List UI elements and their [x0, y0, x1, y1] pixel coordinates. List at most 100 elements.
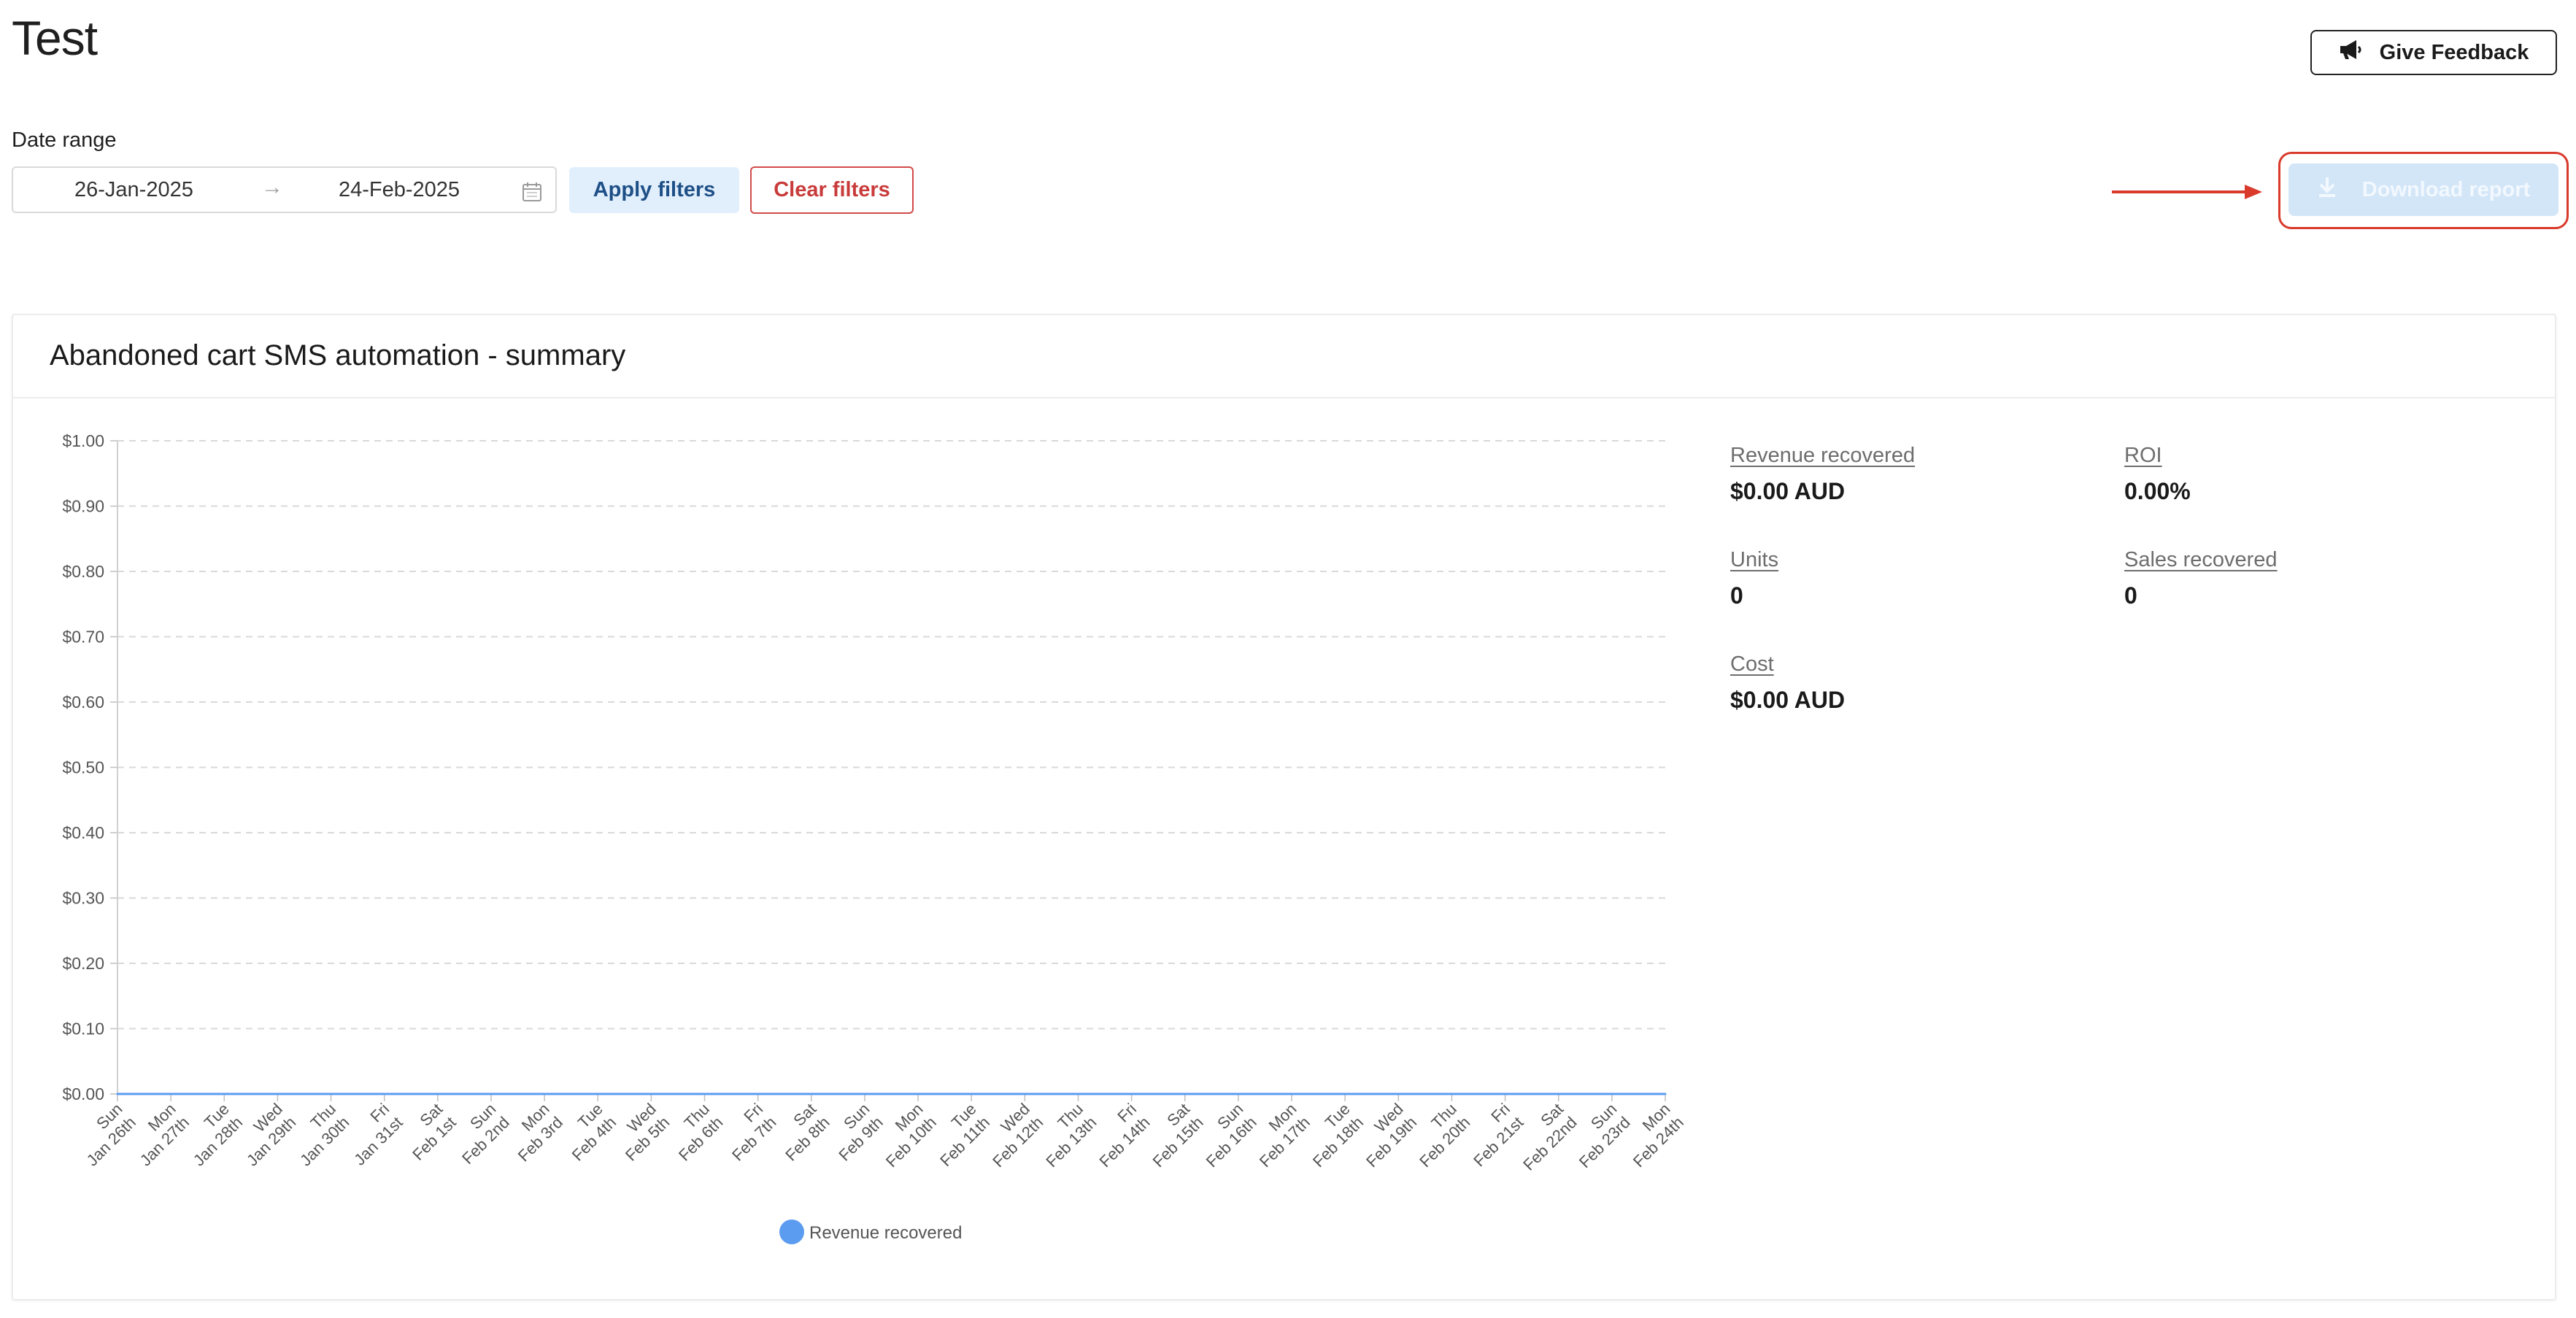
y-tick-label: $0.70: [62, 628, 104, 647]
x-tick-label: SatFeb 1st: [396, 1100, 460, 1164]
data-point: [1184, 1092, 1187, 1095]
data-point: [383, 1092, 386, 1095]
start-date-input[interactable]: 26-Jan-2025: [74, 178, 193, 202]
y-tick-label: $0.60: [62, 693, 104, 712]
y-tick-label: $0.50: [62, 758, 104, 777]
end-date-input[interactable]: 24-Feb-2025: [339, 178, 460, 202]
x-tick-label: WedFeb 19th: [1349, 1100, 1420, 1171]
metric-sales-recovered: Sales recovered 0: [2124, 548, 2278, 609]
calendar-icon[interactable]: [521, 181, 543, 207]
legend-label: Revenue recovered: [809, 1223, 962, 1243]
x-tick-label: ThuFeb 13th: [1029, 1100, 1100, 1171]
apply-filters-button[interactable]: Apply filters: [569, 167, 739, 213]
clear-filters-button[interactable]: Clear filters: [750, 166, 914, 214]
x-tick-label: FriFeb 21st: [1457, 1100, 1527, 1171]
data-point: [1237, 1092, 1240, 1095]
x-tick-label: SatFeb 22nd: [1506, 1100, 1581, 1174]
download-icon: [2317, 176, 2337, 204]
summary-card: Abandoned cart SMS automation - summary …: [12, 314, 2556, 1300]
y-tick-label: $0.20: [62, 954, 104, 973]
data-point: [1076, 1092, 1079, 1095]
x-tick-label: SatFeb 15th: [1135, 1100, 1206, 1171]
data-point: [757, 1092, 760, 1095]
data-point: [116, 1092, 119, 1095]
x-tick-label: SunFeb 9th: [822, 1100, 887, 1165]
data-point: [330, 1092, 333, 1095]
y-tick-label: $0.30: [62, 889, 104, 908]
data-point: [703, 1092, 706, 1095]
metric-value: 0.00%: [2124, 478, 2191, 504]
metric-label[interactable]: Cost: [1730, 652, 1845, 677]
metric-roi: ROI 0.00%: [2124, 444, 2191, 505]
download-report-label: Download report: [2361, 177, 2531, 201]
data-point: [276, 1092, 279, 1095]
y-tick-label: $1.00: [62, 431, 104, 450]
x-tick-label: SunFeb 23rd: [1562, 1100, 1633, 1171]
x-tick-label: MonJan 27th: [123, 1100, 193, 1170]
data-point: [863, 1092, 866, 1095]
date-range-label: Date range: [12, 128, 117, 152]
metric-value: $0.00 AUD: [1730, 687, 1846, 713]
x-tick-label: MonFeb 3rd: [501, 1100, 566, 1165]
data-point: [1343, 1092, 1346, 1095]
metric-cost: Cost $0.00 AUD: [1730, 652, 1845, 714]
x-tick-label: FriFeb 14th: [1082, 1100, 1153, 1171]
x-tick-label: WedFeb 12th: [976, 1100, 1046, 1171]
metric-units: Units 0: [1730, 548, 1778, 609]
date-range-arrow: →: [261, 175, 283, 199]
metric-label[interactable]: Revenue recovered: [1730, 444, 1915, 468]
x-tick-label: SunFeb 2nd: [445, 1100, 513, 1168]
revenue-chart: $0.00 $0.10 $0.20 $0.30 $0.40 $0.50 $0.60 $0.70…: [62, 431, 1687, 1244]
x-tick-label: TueFeb 11th: [923, 1100, 993, 1170]
y-tick-label: $0.10: [62, 1020, 104, 1038]
metric-label[interactable]: Sales recovered: [2124, 548, 2278, 572]
x-tick-label: MonFeb 17th: [1242, 1100, 1313, 1171]
y-tick-label: $0.80: [62, 562, 104, 581]
data-point: [1611, 1092, 1613, 1095]
y-tick-label: $0.40: [62, 823, 104, 842]
data-point: [1557, 1092, 1560, 1095]
give-feedback-label: Give Feedback: [2379, 40, 2529, 64]
download-report-button[interactable]: Download report: [2288, 163, 2558, 216]
data-point: [596, 1092, 599, 1095]
date-range-picker[interactable]: 26-Jan-2025 → 24-Feb-2025: [12, 166, 557, 213]
metric-value: $0.00 AUD: [1730, 478, 1846, 504]
metric-value: 0: [1730, 582, 1743, 609]
data-point: [169, 1092, 172, 1095]
y-tick-label: $0.90: [62, 497, 104, 516]
x-tick-label: WedJan 29th: [230, 1100, 300, 1170]
data-point: [490, 1092, 493, 1095]
y-tick-label: $0.00: [62, 1084, 104, 1103]
x-tick-label: MonFeb 10th: [869, 1100, 940, 1171]
x-tick-label: ThuFeb 20th: [1403, 1100, 1473, 1171]
data-point: [1397, 1092, 1400, 1095]
data-point: [1023, 1092, 1026, 1095]
legend-marker: [779, 1219, 804, 1244]
x-tick-label: TueJan 28th: [176, 1100, 246, 1170]
metric-label[interactable]: ROI: [2124, 444, 2191, 468]
x-tick-label: SunFeb 16th: [1189, 1100, 1260, 1171]
x-tick-label: TueFeb 18th: [1296, 1100, 1367, 1171]
x-tick-label: FriJan 31st: [337, 1100, 406, 1169]
data-point: [223, 1092, 225, 1095]
x-tick-label: SunJan 26th: [69, 1100, 139, 1170]
data-point: [810, 1092, 813, 1095]
x-tick-label: ThuFeb 6th: [662, 1100, 727, 1165]
metric-value: 0: [2124, 582, 2137, 609]
data-point: [436, 1092, 439, 1095]
megaphone-icon: [2339, 39, 2364, 66]
data-point: [1130, 1092, 1133, 1095]
data-point: [543, 1092, 546, 1095]
data-point: [1664, 1092, 1667, 1095]
data-point: [1450, 1092, 1453, 1095]
give-feedback-button[interactable]: Give Feedback: [2310, 30, 2557, 75]
x-tick-label: ThuJan 30th: [283, 1100, 353, 1170]
data-point: [649, 1092, 652, 1095]
data-point: [1290, 1092, 1293, 1095]
metric-label[interactable]: Units: [1730, 548, 1778, 572]
x-tick-label: FriFeb 7th: [715, 1100, 780, 1165]
x-tick-label: WedFeb 5th: [608, 1100, 673, 1165]
x-tick-label: TueFeb 4th: [555, 1100, 620, 1165]
x-tick-label: SatFeb 8th: [768, 1100, 833, 1165]
metric-revenue-recovered: Revenue recovered $0.00 AUD: [1730, 444, 1915, 505]
